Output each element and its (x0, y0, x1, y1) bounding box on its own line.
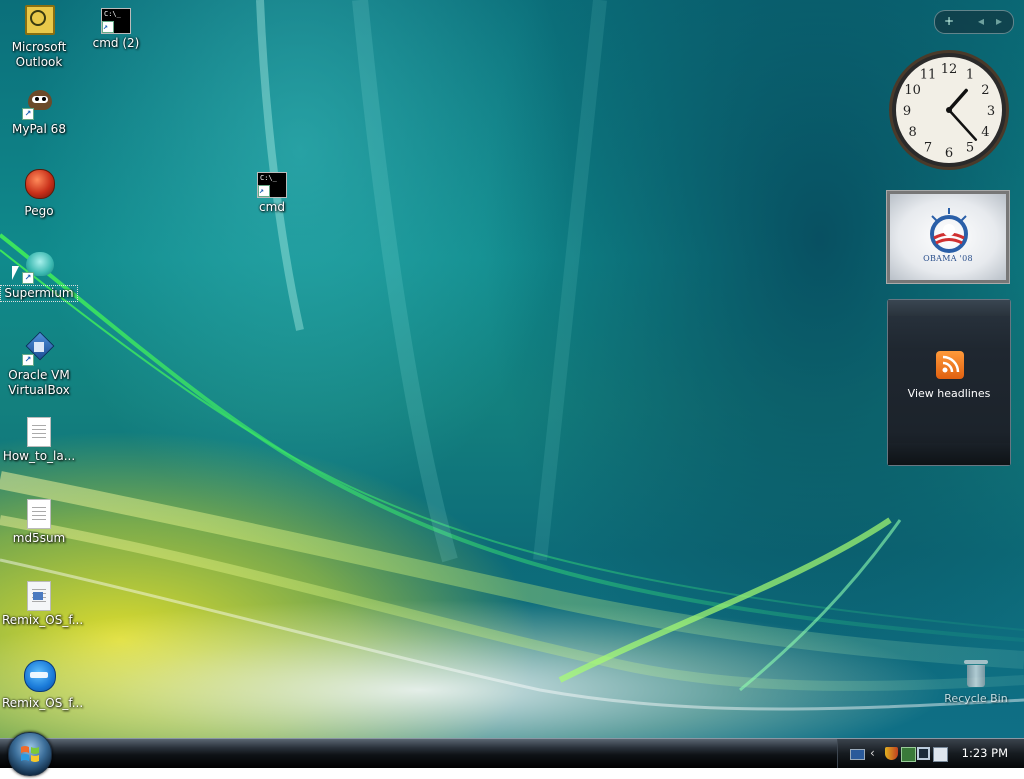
cmd-icon: C:\_ ↗ (101, 8, 131, 34)
text-document-icon (27, 417, 51, 447)
clock-numeral: 6 (945, 146, 953, 161)
desktop-icon-label: cmd (2) (92, 36, 140, 50)
desktop-icon-label: Remix_OS_f... (2, 696, 84, 710)
shortcut-arrow-icon: ↗ (258, 185, 270, 197)
shortcut-arrow-icon: ↗ (102, 21, 114, 33)
clock-gadget[interactable]: 12 12 3 45678 9 1011 (887, 48, 1011, 172)
add-gadget-button[interactable]: + (939, 13, 959, 30)
slideshow-gadget[interactable]: OBAMA '08 (886, 190, 1010, 284)
window-icon[interactable] (933, 747, 948, 762)
display-icon[interactable] (917, 747, 930, 760)
taskbar: ‹ 1:23 PM (0, 738, 1024, 768)
desktop-icon-label: MyPal 68 (12, 122, 66, 136)
sidebar-controls: + ◂ ▸ (934, 10, 1014, 34)
wallpaper-waves (0, 0, 1024, 711)
feed-headlines-gadget[interactable]: View headlines (887, 299, 1011, 466)
desktop-icon-label: Pego (24, 204, 54, 218)
desktop-icon-label: Remix_OS_f... (2, 613, 84, 627)
cmd-prompt-text: C:\_ (260, 174, 277, 182)
text-document-icon (27, 499, 51, 529)
cmd-prompt-text: C:\_ (104, 10, 121, 18)
desktop-icon-how-to[interactable]: How_to_la... (1, 414, 77, 464)
security-shield-icon[interactable] (885, 747, 898, 760)
keyboard-icon[interactable] (850, 749, 865, 760)
clock-numeral: 2 (981, 83, 989, 98)
desktop-icon-label: cmd (259, 200, 285, 214)
desktop-icon-remix-os-1[interactable]: Remix_OS_f... (1, 578, 84, 628)
notification-area: ‹ 1:23 PM (837, 739, 1024, 768)
desktop-icon-mypal[interactable]: ↗ MyPal 68 (1, 86, 77, 137)
network-icon[interactable] (901, 747, 916, 762)
desktop-icon-label: md5sum (12, 531, 66, 545)
desktop-icon-cmd-2[interactable]: C:\_ ↗ cmd (2) (78, 4, 154, 51)
obama-logo (930, 208, 968, 253)
cmd-icon: C:\_ ↗ (257, 172, 287, 198)
shortcut-arrow-icon: ↗ (22, 108, 34, 120)
pego-icon (22, 168, 56, 202)
clock-numeral: 11 (920, 68, 937, 83)
next-page-button[interactable]: ▸ (989, 13, 1009, 30)
desktop-icon-virtualbox[interactable]: ↗ Oracle VM VirtualBox (1, 331, 77, 398)
slideshow-caption: OBAMA '08 (923, 254, 973, 263)
desktop-icon-label: Supermium (0, 285, 78, 302)
clock-time[interactable]: 1:23 PM (962, 746, 1008, 760)
clock-numeral: 1 (966, 68, 974, 83)
desktop: Microsoft Outlook C:\_ ↗ cmd (2) ↗ MyPal … (0, 0, 1024, 738)
view-headlines-link[interactable]: View headlines (888, 387, 1010, 400)
recycle-bin-icon (964, 660, 988, 688)
desktop-icon-remix-os-2[interactable]: Remix_OS_f... (1, 660, 84, 711)
shortcut-arrow-icon: ↗ (22, 354, 34, 366)
desktop-icon-md5sum[interactable]: md5sum (1, 496, 77, 546)
desktop-icon-cmd[interactable]: C:\_ ↗ cmd (234, 168, 310, 215)
outlook-icon (22, 4, 56, 38)
desktop-icon-label: How_to_la... (2, 449, 76, 463)
clock-numeral: 9 (903, 104, 911, 119)
windows-logo-icon (21, 746, 39, 762)
clock-numeral: 7 (924, 140, 932, 155)
shortcut-arrow-icon: ↗ (22, 272, 34, 284)
clock-numeral: 8 (908, 125, 916, 140)
start-button[interactable] (8, 732, 52, 776)
clock-numeral: 5 (966, 140, 974, 155)
supermium-icon: ↗ (22, 250, 56, 284)
remix-os-icon (22, 660, 56, 694)
clock-numeral: 12 (941, 62, 958, 77)
desktop-icon-pego[interactable]: Pego (1, 168, 77, 219)
chevron-left-icon[interactable]: ‹ (870, 747, 883, 760)
clock-numeral: 4 (981, 125, 989, 140)
slideshow-image: OBAMA '08 (890, 194, 1006, 280)
rss-feed-icon (936, 351, 964, 379)
virtualbox-icon: ↗ (22, 331, 56, 366)
previous-page-button[interactable]: ◂ (971, 13, 991, 30)
document-icon (27, 581, 51, 611)
mouse-cursor-icon (12, 266, 19, 280)
desktop-icon-label: Microsoft Outlook (11, 40, 67, 69)
desktop-icon-outlook[interactable]: Microsoft Outlook (1, 4, 77, 70)
desktop-icon-recycle-bin[interactable]: Recycle Bin (938, 658, 1014, 705)
desktop-icon-label: Oracle VM VirtualBox (8, 368, 70, 397)
mypal-icon: ↗ (22, 86, 56, 120)
clock-numeral: 10 (904, 83, 921, 98)
recycle-bin-label: Recycle Bin (944, 692, 1008, 705)
clock-numeral: 3 (987, 104, 995, 119)
